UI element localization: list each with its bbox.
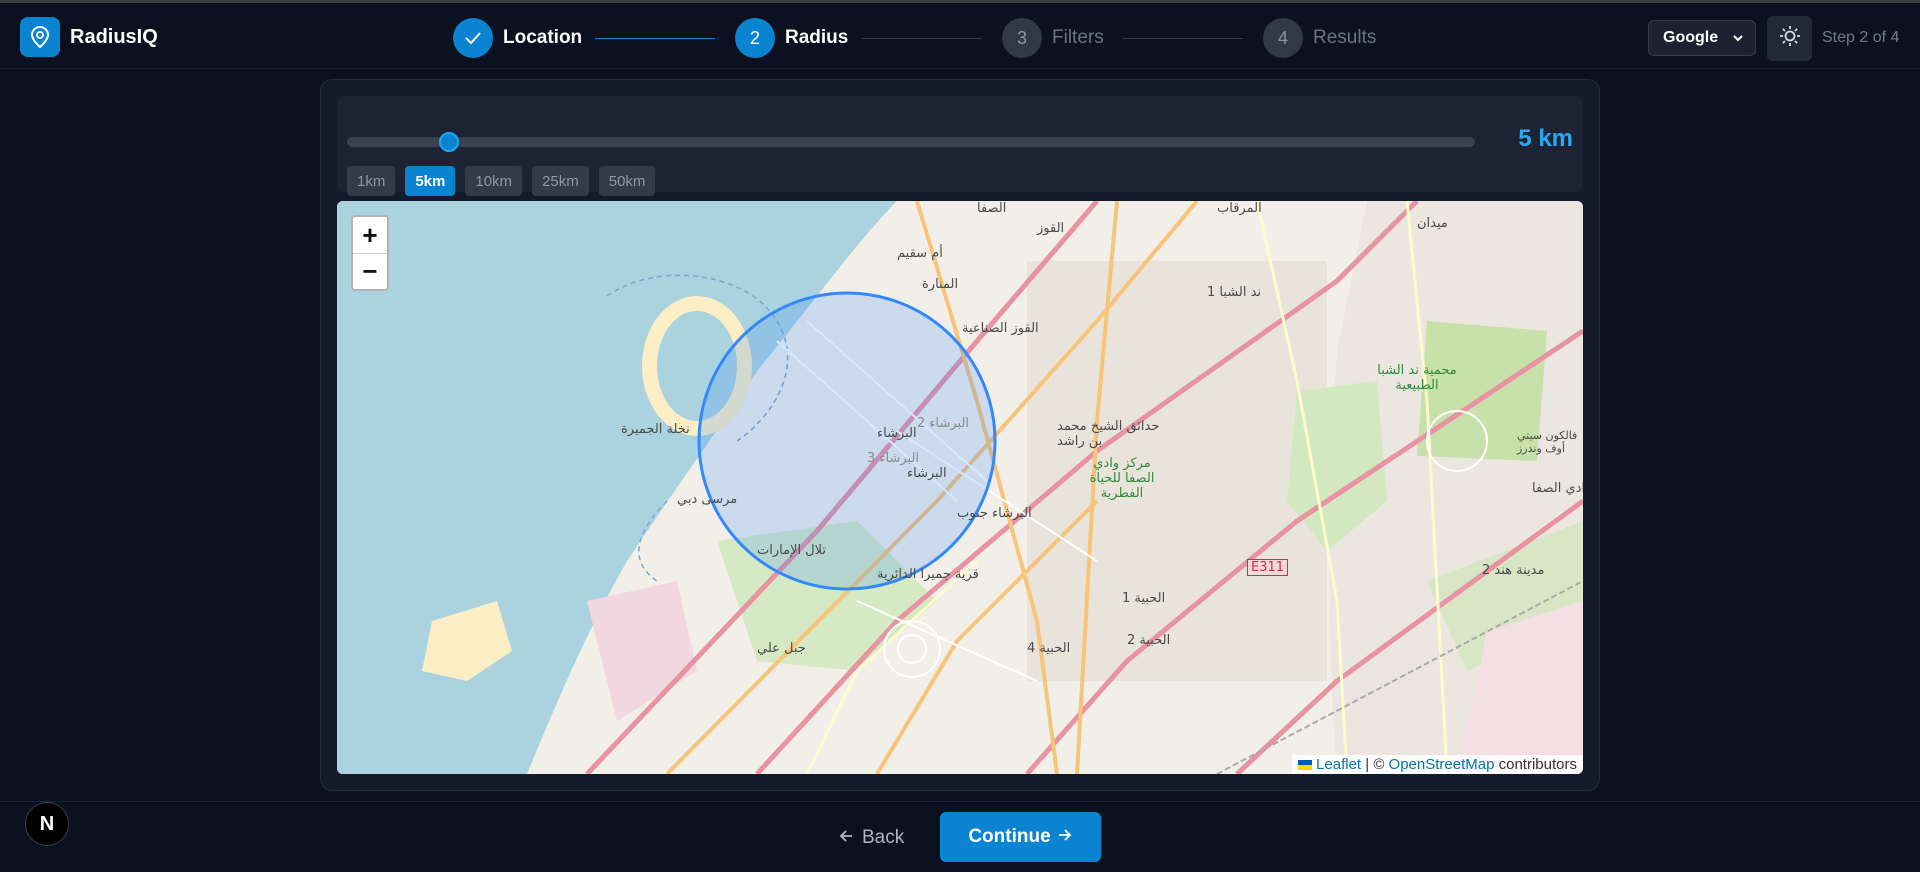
preset-button[interactable]: 5km (405, 166, 456, 196)
map-label-safa-center: مركز وادي الصفا للحياة الفطرية (1089, 456, 1155, 501)
map-label-e311: E311 (1247, 559, 1289, 576)
map-label-barsha2: البرشاء 2 (917, 416, 970, 431)
map-provider-value: Google (1663, 29, 1719, 46)
map-label-jebel-ali: جبل علي (757, 641, 806, 656)
map-label-emirates-hills: تلال الإمارات (757, 543, 827, 558)
map-tiles (337, 201, 1583, 774)
map-label-marsa: مرسى دبي (677, 492, 738, 507)
map-label-hebiah2: الحبية 2 (1127, 633, 1171, 648)
map-provider-select[interactable]: Google (1648, 20, 1756, 56)
brand[interactable]: RadiusIQ (20, 17, 158, 57)
map-label-barsha-south: البرشاء جنوب (957, 506, 1032, 521)
zoom-in-button[interactable]: + (353, 217, 387, 253)
app-header: RadiusIQ Location 2 Radius 3 Filters 4 R… (0, 3, 1920, 69)
app-name: RadiusIQ (70, 25, 158, 48)
radius-presets: 1km 5km 10km 25km 50km (347, 166, 665, 196)
chevron-down-icon (1731, 31, 1745, 50)
step-connector (862, 38, 982, 39)
map-label-murqab: المرقاب (1217, 201, 1262, 216)
step-filters[interactable]: 3 Filters (1002, 18, 1104, 58)
leaflet-link[interactable]: Leaflet (1316, 756, 1361, 773)
osm-link[interactable]: OpenStreetMap (1389, 756, 1495, 773)
map-label-barsha3: البرشاء 3 (867, 451, 920, 466)
map-label-falcon: فالكون سيتي أوف وندرز (1517, 429, 1578, 455)
step-connector (595, 38, 715, 39)
map-label-wadi-safa: وادي الصفا (1532, 481, 1583, 496)
theme-toggle-button[interactable] (1767, 16, 1812, 61)
preset-button[interactable]: 1km (347, 166, 396, 196)
map-pin-icon (20, 17, 60, 57)
map-label-barsha-2: البرشاء (907, 466, 947, 481)
step-radius[interactable]: 2 Radius (735, 18, 848, 58)
continue-label: Continue (968, 826, 1051, 847)
map-label-quoz-industrial: القوز الصناعية (962, 321, 1039, 336)
map-label-um-suqeim: أم سقيم (897, 246, 943, 261)
back-button[interactable]: Back (838, 816, 904, 860)
map-label-reserve: محمية ند الشبا الطبيعية (1377, 363, 1457, 393)
step-location[interactable]: Location (453, 18, 582, 58)
map-label-safa: الصفا (977, 201, 1007, 216)
check-icon (453, 18, 493, 58)
sun-icon (1779, 25, 1801, 52)
step-label-results: Results (1313, 27, 1377, 48)
map-attribution: Leaflet | © OpenStreetMap contributors (1292, 755, 1583, 774)
map-label-jvc: قرية جميرا الدائرية (877, 567, 979, 582)
step-results[interactable]: 4 Results (1263, 18, 1376, 58)
step-counter: Step 2 of 4 (1822, 29, 1900, 46)
arrow-right-icon (1057, 826, 1073, 848)
map-label-hebiah4: الحبية 4 (1027, 641, 1071, 656)
continue-button[interactable]: Continue (940, 812, 1101, 862)
attribution-suffix: contributors (1494, 756, 1577, 773)
step-number-radius: 2 (735, 18, 775, 58)
map-label-manara: المنارة (922, 277, 959, 292)
radius-control-panel: 5 km 1km 5km 10km 25km 50km (337, 96, 1583, 196)
radius-slider-thumb[interactable] (438, 132, 459, 152)
step-label-location: Location (503, 27, 583, 48)
zoom-control: + − (351, 215, 389, 291)
map-label-nad-sheba: ند الشبا 1 (1207, 285, 1262, 300)
preset-button[interactable]: 10km (465, 166, 523, 196)
radius-card: 5 km 1km 5km 10km 25km 50km نخلة الجميرة… (320, 79, 1600, 791)
step-connector (1123, 38, 1243, 39)
step-number-results: 4 (1263, 18, 1303, 58)
step-number-filters: 3 (1002, 18, 1042, 58)
map-label-maydan: ميدان (1417, 216, 1448, 231)
preset-button[interactable]: 25km (532, 166, 589, 196)
map-label-hind: مدينة هند 2 (1482, 563, 1545, 578)
footer-divider (0, 801, 1920, 802)
step-label-filters: Filters (1052, 27, 1104, 48)
map-label-hebiah1: الحبية 1 (1122, 591, 1166, 606)
zoom-out-button[interactable]: − (353, 253, 387, 289)
map-label-quoz: القوز (1037, 221, 1065, 236)
preset-button[interactable]: 50km (598, 166, 656, 196)
map-view[interactable]: نخلة الجميرة مرسى دبي البرشاء البرشاء 2 … (337, 201, 1583, 774)
ukraine-flag-icon (1298, 759, 1313, 770)
attribution-separator: | © (1361, 756, 1389, 773)
map-label-barsha: البرشاء (877, 426, 917, 441)
arrow-left-icon (838, 827, 854, 849)
back-label: Back (862, 827, 905, 848)
step-label-radius: Radius (785, 27, 849, 48)
map-label-palm: نخلة الجميرة (621, 422, 690, 437)
map-label-gardens: حدائق الشيخ محمد بن راشد (1057, 419, 1160, 449)
radius-slider-track[interactable] (347, 137, 1475, 147)
radius-value: 5 km (1518, 125, 1573, 152)
nextjs-badge[interactable]: N (25, 802, 69, 846)
